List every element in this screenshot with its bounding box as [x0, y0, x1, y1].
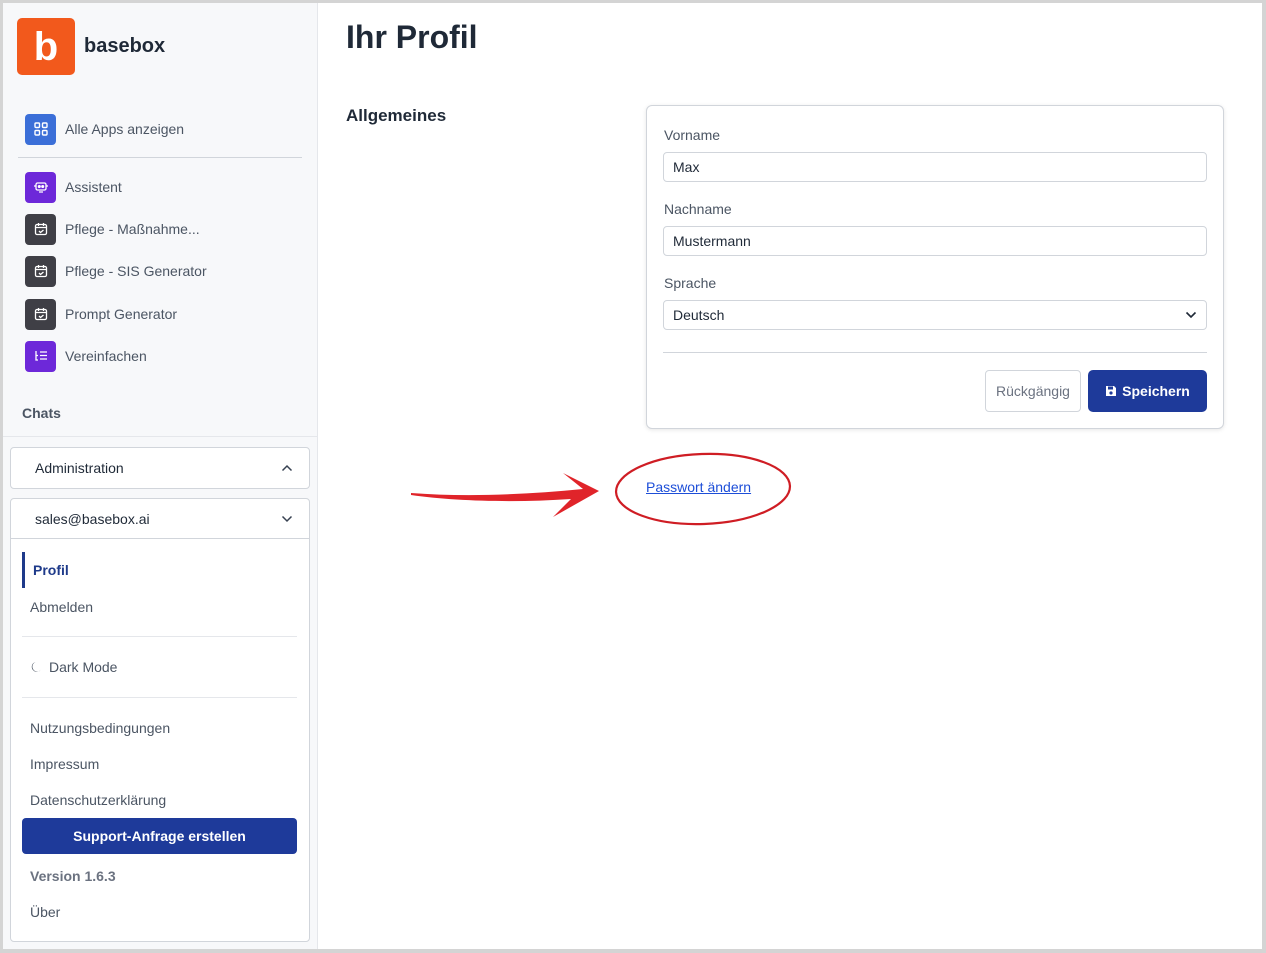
active-indicator [22, 552, 25, 588]
menu-logout[interactable]: Abmelden [30, 599, 93, 615]
all-apps-link[interactable]: Alle Apps anzeigen [25, 113, 184, 145]
undo-button[interactable]: Rückgängig [985, 370, 1081, 412]
sidebar-item-assistent[interactable]: Assistent [25, 171, 122, 203]
administration-label: Administration [35, 460, 124, 476]
sidebar-item-label: Assistent [65, 179, 122, 195]
calendar-icon [25, 255, 56, 287]
save-label: Speichern [1122, 383, 1190, 399]
administration-accordion[interactable]: Administration [10, 447, 310, 489]
support-request-button[interactable]: Support-Anfrage erstellen [22, 818, 297, 854]
app-window: b basebox Alle Apps anzeigen Assistent P… [3, 3, 1262, 949]
sidebar-item-label: Prompt Generator [65, 306, 178, 322]
chevron-down-icon [1185, 311, 1197, 319]
last-name-input[interactable] [663, 226, 1207, 256]
sidebar-item-pflege-sis[interactable]: Pflege - SIS Generator [25, 255, 207, 287]
language-label: Sprache [664, 275, 717, 291]
chevron-down-icon [281, 515, 293, 522]
language-value: Deutsch [673, 307, 725, 323]
menu-profile[interactable]: Profil [33, 562, 69, 578]
sidebar: b basebox Alle Apps anzeigen Assistent P… [3, 3, 318, 949]
list-icon [25, 340, 56, 372]
first-name-input[interactable] [663, 152, 1207, 182]
change-password-link[interactable]: Passwort ändern [646, 479, 751, 495]
calendar-icon [25, 213, 56, 245]
sidebar-divider [3, 436, 318, 437]
account-header[interactable]: sales@basebox.ai [11, 499, 309, 539]
calendar-icon [25, 298, 56, 330]
menu-about[interactable]: Über [30, 904, 60, 920]
chevron-up-icon [281, 464, 293, 472]
assistant-icon [25, 171, 56, 203]
language-select[interactable]: Deutsch [663, 300, 1207, 330]
last-name-label: Nachname [664, 201, 732, 217]
sidebar-item-label: Pflege - SIS Generator [65, 263, 207, 279]
dark-mode-label: Dark Mode [49, 659, 118, 675]
menu-imprint[interactable]: Impressum [30, 756, 99, 772]
menu-privacy[interactable]: Datenschutzerklärung [30, 792, 166, 808]
all-apps-label: Alle Apps anzeigen [65, 121, 185, 137]
sidebar-item-prompt-generator[interactable]: Prompt Generator [25, 298, 177, 330]
sidebar-item-label: Vereinfachen [65, 348, 147, 364]
account-email: sales@basebox.ai [35, 510, 150, 527]
brand-name: basebox [84, 35, 166, 57]
menu-divider [22, 697, 297, 698]
sidebar-item-pflege-massnahme[interactable]: Pflege - Maßnahme... [25, 213, 200, 245]
version-label: Version 1.6.3 [30, 868, 116, 884]
moon-icon [31, 662, 41, 672]
chats-heading: Chats [22, 405, 61, 421]
menu-terms[interactable]: Nutzungsbedingungen [30, 720, 170, 736]
page-title: Ihr Profil [346, 19, 478, 55]
sidebar-item-label: Pflege - Maßnahme... [65, 221, 200, 237]
save-button[interactable]: Speichern [1088, 370, 1207, 412]
form-divider [663, 352, 1207, 353]
menu-divider [22, 636, 297, 637]
basebox-logo: b [17, 18, 75, 75]
profile-form-card: Vorname Nachname Sprache Deutsch Rückgän… [646, 105, 1224, 429]
administration-header[interactable]: Administration [11, 448, 309, 488]
red-arrow-icon [411, 473, 599, 517]
grid-icon [25, 113, 56, 145]
annotation-overlay [411, 452, 792, 526]
brand[interactable]: b basebox [17, 18, 165, 75]
menu-dark-mode[interactable]: Dark Mode [30, 659, 117, 675]
floppy-disk-icon [1106, 386, 1117, 396]
sidebar-item-vereinfachen[interactable]: Vereinfachen [25, 340, 147, 372]
section-title: Allgemeines [346, 106, 447, 125]
first-name-label: Vorname [664, 127, 721, 143]
sidebar-divider [18, 157, 302, 158]
